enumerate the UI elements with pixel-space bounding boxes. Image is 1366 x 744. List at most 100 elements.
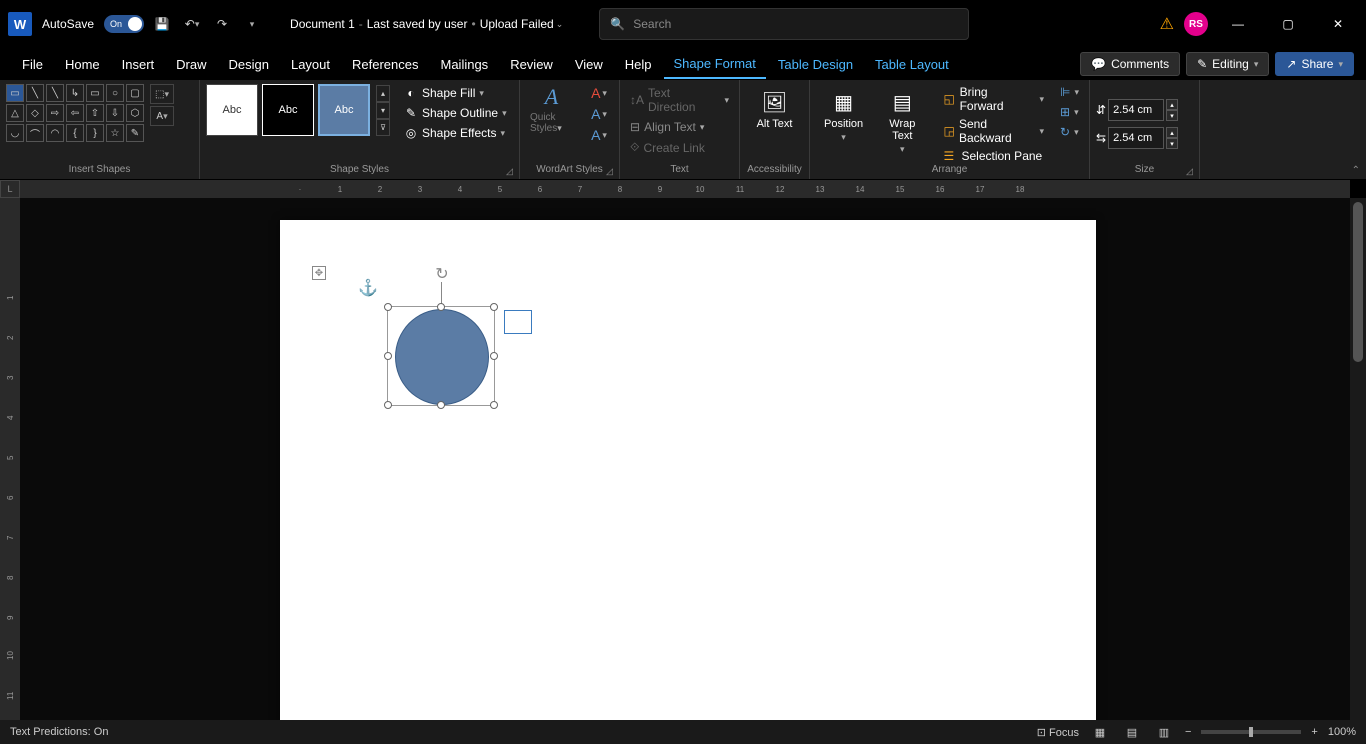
line-shape-icon[interactable]: ╲: [26, 84, 44, 102]
selection-pane-button[interactable]: ☰Selection Pane: [939, 148, 1048, 164]
arrow-shape-icon[interactable]: ⇩: [106, 104, 124, 122]
curve-shape-icon[interactable]: ◡: [6, 124, 24, 142]
oval-shape[interactable]: [395, 309, 489, 405]
vertical-scrollbar[interactable]: [1350, 198, 1366, 720]
style-preset-1[interactable]: Abc: [206, 84, 258, 136]
document-canvas[interactable]: ✥ ⚓ ↻ ⌒: [20, 198, 1350, 720]
arrow-shape-icon[interactable]: ⇧: [86, 104, 104, 122]
quick-styles-button[interactable]: Quick Styles▾: [530, 112, 573, 134]
tab-draw[interactable]: Draw: [166, 51, 216, 78]
shape-effects-button[interactable]: ◎Shape Effects▾: [400, 124, 511, 142]
send-backward-button[interactable]: ◲Send Backward ▾: [939, 116, 1048, 146]
height-down[interactable]: ▾: [1166, 110, 1178, 121]
bring-forward-button[interactable]: ◱Bring Forward ▾: [939, 84, 1048, 114]
read-mode-icon[interactable]: ▦: [1089, 723, 1111, 741]
width-input[interactable]: [1108, 127, 1164, 149]
height-up[interactable]: ▴: [1166, 99, 1178, 110]
line-shape-icon[interactable]: ╲: [46, 84, 64, 102]
dialog-launcher[interactable]: ◿: [506, 166, 516, 176]
rotate-button[interactable]: ↻▾: [1056, 124, 1083, 140]
gallery-down-button[interactable]: ▾: [376, 102, 390, 119]
tab-references[interactable]: References: [342, 51, 428, 78]
resize-handle-bl[interactable]: [384, 401, 392, 409]
text-outline-button[interactable]: A▾: [585, 105, 613, 123]
tab-selector[interactable]: L: [0, 180, 20, 198]
text-effects-button[interactable]: A▾: [585, 126, 613, 144]
web-layout-icon[interactable]: ▥: [1153, 723, 1175, 741]
resize-handle-tl[interactable]: [384, 303, 392, 311]
zoom-slider[interactable]: [1201, 730, 1301, 734]
autosave-toggle[interactable]: On: [104, 15, 144, 33]
oval-shape-icon[interactable]: ○: [106, 84, 124, 102]
curve-shape-icon[interactable]: ⌒: [26, 124, 44, 142]
upload-status[interactable]: Upload Failed ⌄: [480, 17, 564, 31]
rotate-handle[interactable]: ↻: [432, 264, 452, 284]
star-shape-icon[interactable]: ☆: [106, 124, 124, 142]
tab-help[interactable]: Help: [615, 51, 662, 78]
tab-shape-format[interactable]: Shape Format: [664, 50, 766, 79]
rounded-rect-icon[interactable]: ▢: [126, 84, 144, 102]
tab-file[interactable]: File: [12, 51, 53, 78]
edit-shape-icon[interactable]: ✎: [126, 124, 144, 142]
horizontal-ruler[interactable]: ·123456789101112131415161718: [20, 180, 1350, 198]
shape-outline-button[interactable]: ✎Shape Outline▾: [400, 104, 511, 122]
hexagon-shape-icon[interactable]: ⬡: [126, 104, 144, 122]
warning-icon[interactable]: ⚠: [1160, 14, 1174, 34]
resize-handle-ml[interactable]: [384, 352, 392, 360]
zoom-level[interactable]: 100%: [1328, 726, 1356, 738]
resize-handle-tr[interactable]: [490, 303, 498, 311]
zoom-in-button[interactable]: +: [1311, 726, 1317, 738]
width-up[interactable]: ▴: [1166, 127, 1178, 138]
edit-shape-dropdown[interactable]: ⬚▾: [150, 84, 174, 104]
redo-icon[interactable]: ↷: [210, 12, 234, 36]
brace-shape-icon[interactable]: {: [66, 124, 84, 142]
group-button[interactable]: ⊞▾: [1056, 104, 1083, 120]
resize-handle-br[interactable]: [490, 401, 498, 409]
vertical-ruler[interactable]: 1234567891011: [0, 198, 20, 720]
collapse-ribbon-button[interactable]: ⌃: [1352, 165, 1360, 176]
tab-insert[interactable]: Insert: [112, 51, 165, 78]
tab-table-layout[interactable]: Table Layout: [865, 51, 959, 78]
selection-box[interactable]: [387, 306, 495, 406]
style-preset-3[interactable]: Abc: [318, 84, 370, 136]
shapes-gallery[interactable]: ▭ ╲ ╲ ↳ ▭ ○ ▢ △ ◇ ⇨ ⇦ ⇧ ⇩ ⬡ ◡ ⌒ ◠ { } ☆: [6, 84, 144, 142]
align-text-button[interactable]: ⊟Align Text▾: [626, 118, 733, 136]
style-preset-2[interactable]: Abc: [262, 84, 314, 136]
text-fill-button[interactable]: A▾: [585, 84, 613, 102]
text-predictions-status[interactable]: Text Predictions: On: [10, 726, 108, 738]
minimize-button[interactable]: —: [1218, 8, 1258, 40]
move-handle-icon[interactable]: ✥: [312, 266, 326, 280]
tab-view[interactable]: View: [565, 51, 613, 78]
text-direction-button[interactable]: ↕AText Direction▾: [626, 84, 733, 116]
tab-review[interactable]: Review: [500, 51, 563, 78]
user-avatar[interactable]: RS: [1184, 12, 1208, 36]
curve-shape-icon[interactable]: ◠: [46, 124, 64, 142]
qat-more-icon[interactable]: ▾: [240, 12, 264, 36]
textbox-dropdown[interactable]: A▾: [150, 106, 174, 126]
tab-layout[interactable]: Layout: [281, 51, 340, 78]
search-input[interactable]: 🔍 Search: [599, 8, 969, 40]
editing-button[interactable]: ✎Editing▾: [1186, 52, 1269, 76]
brace-shape-icon[interactable]: }: [86, 124, 104, 142]
resize-handle-mr[interactable]: [490, 352, 498, 360]
textbox-shape-icon[interactable]: ▭: [6, 84, 24, 102]
create-link-button[interactable]: ⟐Create Link: [626, 138, 733, 157]
align-button[interactable]: ⊫▾: [1056, 84, 1083, 100]
rect-shape-icon[interactable]: ▭: [86, 84, 104, 102]
dialog-launcher[interactable]: ◿: [1186, 166, 1196, 176]
share-button[interactable]: ↗Share▾: [1275, 52, 1354, 76]
focus-button[interactable]: ⊡ Focus: [1037, 726, 1079, 739]
scroll-thumb[interactable]: [1353, 202, 1363, 362]
tab-design[interactable]: Design: [219, 51, 279, 78]
tab-mailings[interactable]: Mailings: [431, 51, 499, 78]
position-button[interactable]: ▦ Position▾: [816, 84, 871, 147]
zoom-out-button[interactable]: −: [1185, 726, 1191, 738]
diamond-shape-icon[interactable]: ◇: [26, 104, 44, 122]
undo-icon[interactable]: ↶▾: [180, 12, 204, 36]
connector-shape-icon[interactable]: ↳: [66, 84, 84, 102]
print-layout-icon[interactable]: ▤: [1121, 723, 1143, 741]
triangle-shape-icon[interactable]: △: [6, 104, 24, 122]
dialog-launcher[interactable]: ◿: [606, 166, 616, 176]
tab-home[interactable]: Home: [55, 51, 110, 78]
page[interactable]: ✥ ⚓ ↻ ⌒: [280, 220, 1096, 720]
